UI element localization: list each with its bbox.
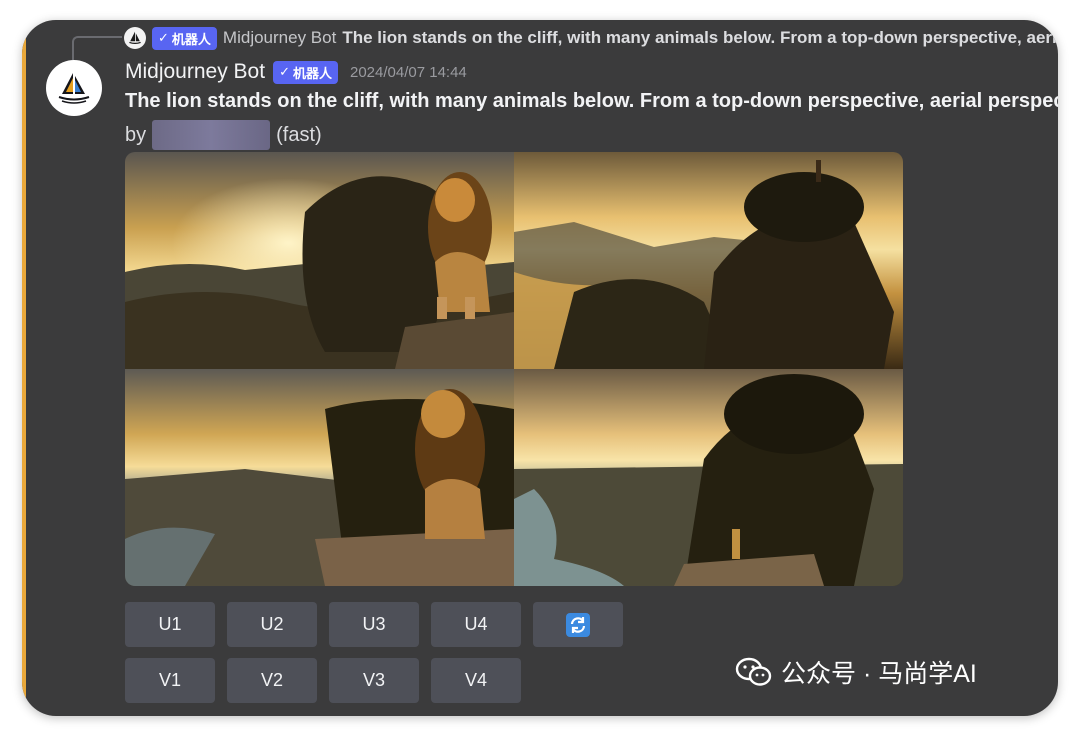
upscale-2-button[interactable]: U2: [227, 602, 317, 647]
image-tile-4[interactable]: [514, 369, 903, 586]
username[interactable]: Midjourney Bot: [125, 60, 265, 84]
message-header: Midjourney Bot ✓ 机器人 2024/04/07 14:44: [125, 58, 1058, 86]
speed-label: (fast): [276, 123, 322, 146]
by-label: by: [125, 123, 147, 146]
wechat-icon: [735, 657, 772, 686]
image-grid[interactable]: [125, 152, 903, 586]
bot-badge: ✓ 机器人: [152, 26, 217, 50]
reply-avatar[interactable]: [124, 27, 146, 49]
upscale-4-button[interactable]: U4: [431, 602, 521, 647]
mention-accent-bar: [22, 20, 26, 716]
reply-reference[interactable]: ✓ 机器人 Midjourney Bot The lion stands on …: [74, 25, 1058, 51]
variation-2-button[interactable]: V2: [227, 658, 317, 703]
timestamp[interactable]: 2024/04/07 14:44: [350, 64, 467, 81]
redacted-username: [152, 120, 271, 150]
image-tile-3[interactable]: [125, 369, 514, 586]
lion-on-rock-image: [125, 152, 514, 369]
upscale-1-button[interactable]: U1: [125, 602, 215, 647]
variation-3-button[interactable]: V3: [329, 658, 419, 703]
byline: by (fast): [125, 120, 322, 150]
person-on-cliff-image: [514, 369, 903, 586]
reply-text[interactable]: The lion stands on the cliff, with many …: [342, 28, 1058, 48]
bot-badge: ✓ 机器人: [273, 60, 338, 84]
image-tile-1[interactable]: [125, 152, 514, 369]
image-tile-2[interactable]: [514, 152, 903, 369]
prompt-text: The lion stands on the cliff, with many …: [125, 90, 1058, 112]
upscale-3-button[interactable]: U3: [329, 602, 419, 647]
variation-1-button[interactable]: V1: [125, 658, 215, 703]
watermark-text: 公众号 · 马尚学AI: [781, 660, 977, 688]
midjourney-sailboat-icon: [58, 73, 90, 104]
reroll-button[interactable]: [533, 602, 623, 647]
checkmark-icon: ✓: [279, 64, 290, 79]
message-card: ✓ 机器人 Midjourney Bot The lion stands on …: [22, 20, 1058, 716]
sailboat-icon: [129, 31, 141, 44]
tree-on-cliff-image: [514, 152, 903, 369]
reply-author[interactable]: Midjourney Bot: [223, 28, 336, 48]
avatar[interactable]: [46, 60, 102, 116]
checkmark-icon: ✓: [158, 30, 169, 45]
lion-on-cliff-image: [125, 369, 514, 586]
variation-4-button[interactable]: V4: [431, 658, 521, 703]
watermark: 公众号 · 马尚学AI: [735, 654, 977, 690]
refresh-icon: [566, 612, 590, 637]
